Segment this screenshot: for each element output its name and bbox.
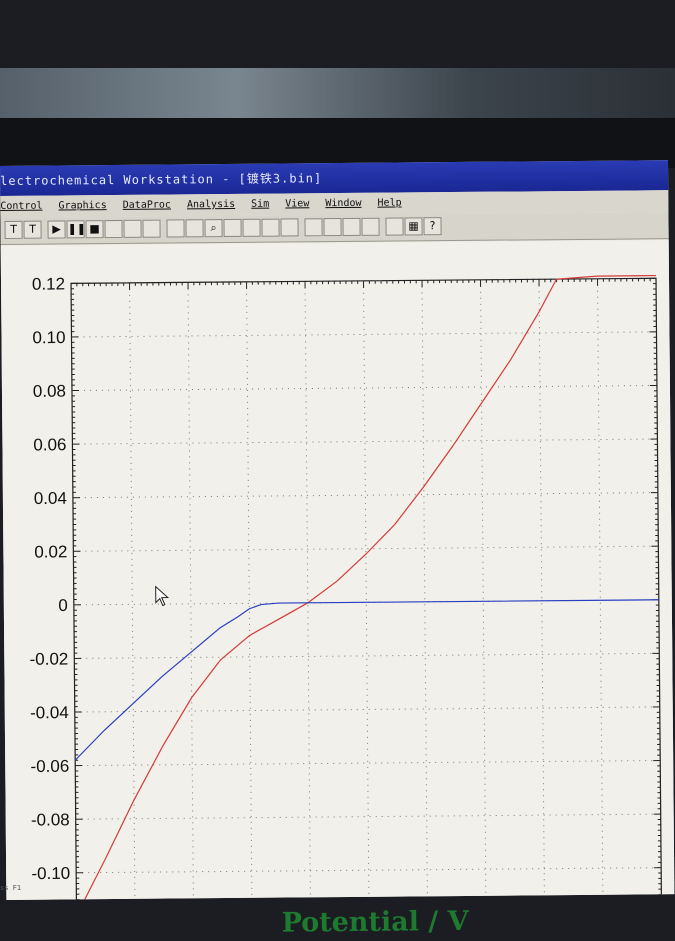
grid-line-horizontal — [73, 546, 658, 551]
grid-line-vertical — [598, 279, 604, 900]
signal-icon[interactable] — [385, 217, 403, 235]
parameter-icon[interactable] — [123, 220, 141, 238]
grid-icon[interactable]: ▦ — [404, 217, 422, 235]
menu-graphics[interactable]: Graphics — [58, 200, 106, 211]
plot-area: -0.7-0.6-0.5-0.4-0.3-0.2-0.100.10.20.30.… — [1, 240, 675, 900]
menu-dataproc[interactable]: DataProc — [123, 200, 171, 211]
y-tick-label: 0.10 — [32, 328, 65, 347]
menu-sim[interactable]: Sim — [251, 199, 269, 210]
font-icon[interactable] — [304, 218, 322, 236]
y-tick-label: 0.02 — [34, 542, 67, 561]
grid-line-vertical — [247, 282, 253, 900]
y-tick-label: -0.08 — [31, 810, 70, 829]
color-icon[interactable] — [280, 218, 298, 236]
peak-icon[interactable] — [223, 219, 241, 237]
chart: -0.7-0.6-0.5-0.4-0.3-0.2-0.100.10.20.30.… — [1, 240, 675, 900]
setup-icon[interactable] — [142, 220, 160, 238]
y-tick-label: 0.08 — [33, 382, 66, 401]
chart-axes — [71, 278, 662, 900]
y-tick-label: -0.06 — [30, 757, 69, 776]
text-icon[interactable]: T — [4, 221, 22, 239]
y-tick-label: -0.02 — [29, 650, 68, 669]
chart-tick-labels: -0.7-0.6-0.5-0.4-0.3-0.2-0.100.10.20.30.… — [26, 269, 673, 900]
zoom-icon[interactable]: ⌕ — [204, 219, 222, 237]
grid-line-vertical — [305, 281, 311, 900]
menu-view[interactable]: View — [285, 198, 309, 209]
plot-frame — [71, 278, 662, 900]
y-tick-label: 0.12 — [32, 274, 65, 293]
background-monitor-strip — [0, 68, 675, 118]
wave-icon[interactable] — [361, 218, 379, 236]
cell-icon[interactable] — [342, 218, 360, 236]
menu-window[interactable]: Window — [325, 198, 361, 209]
menu-help[interactable]: Help — [377, 197, 401, 208]
pause-icon[interactable]: ❚❚ — [66, 220, 84, 238]
menu-control[interactable]: Control — [0, 201, 42, 212]
fit-icon[interactable] — [242, 219, 260, 237]
grid-line-vertical — [188, 282, 194, 900]
grid-line-vertical — [481, 280, 487, 900]
chart-grid — [71, 278, 662, 900]
step-icon[interactable] — [104, 220, 122, 238]
y-tick-label: 0 — [58, 596, 68, 615]
stop-icon[interactable]: ■ — [85, 220, 103, 238]
graph-icon[interactable] — [185, 219, 203, 237]
help-icon[interactable]: ? — [423, 217, 441, 235]
print-icon[interactable] — [323, 218, 341, 236]
mouse-cursor-icon — [156, 587, 168, 606]
status-text: ss F1 — [0, 884, 21, 892]
grid-line-horizontal — [71, 332, 656, 337]
y-tick-label: 0.04 — [34, 489, 67, 508]
grid-line-horizontal — [76, 868, 661, 873]
grid-line-vertical — [422, 280, 428, 900]
y-tick-label: 0.06 — [33, 435, 66, 454]
text-icon[interactable]: T — [23, 221, 41, 239]
x-axis-label: Potential / V — [281, 906, 481, 939]
circuit-icon[interactable] — [166, 219, 184, 237]
play-icon[interactable]: ▶ — [47, 220, 65, 238]
grid-line-vertical — [364, 281, 370, 900]
series-line-1 — [74, 600, 660, 760]
menu-analysis[interactable]: Analysis — [187, 199, 235, 210]
data-list-icon[interactable] — [261, 219, 279, 237]
grid-line-horizontal — [74, 653, 659, 658]
app-window: lectrochemical Workstation - [镀铁3.bin] C… — [0, 160, 674, 900]
y-tick-label: -0.10 — [31, 864, 70, 883]
y-tick-label: -0.04 — [30, 703, 69, 722]
grid-line-vertical — [539, 279, 545, 900]
